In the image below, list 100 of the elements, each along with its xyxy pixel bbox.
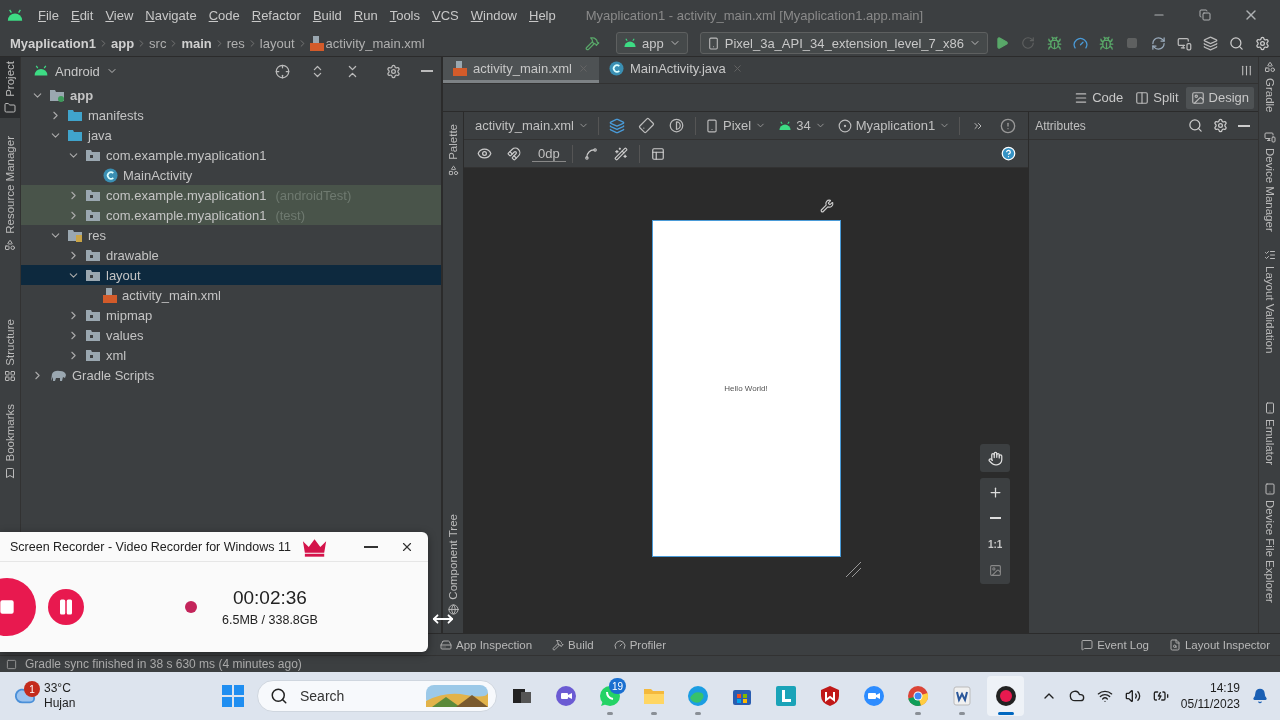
breadcrumb[interactable]: res — [226, 35, 245, 51]
tree-item[interactable]: java — [21, 125, 441, 145]
hand-icon — [987, 450, 1003, 466]
tree-item[interactable]: Gradle Scripts — [21, 365, 441, 385]
android-icon — [623, 38, 638, 48]
frame-icon — [988, 563, 1002, 577]
inspection-icon — [440, 638, 452, 651]
tree-item[interactable]: activity_main.xml — [21, 285, 441, 305]
hammer-icon — [584, 35, 600, 51]
menu-item[interactable]: VCS — [426, 7, 465, 23]
pause-button[interactable] — [48, 589, 84, 625]
tool-window-tab[interactable]: Bookmarks — [0, 400, 20, 483]
tree-item[interactable]: res — [21, 225, 441, 245]
tree-item[interactable]: values — [21, 325, 441, 345]
search-box[interactable]: Search — [257, 680, 497, 712]
tool-window-tab[interactable]: Resource Manager — [0, 131, 20, 255]
android-icon — [778, 120, 793, 131]
tablet-icon — [1263, 482, 1276, 495]
device-dropdown[interactable]: Pixel — [701, 118, 770, 133]
menu-item[interactable]: Code — [202, 7, 246, 23]
actual-size-button[interactable]: 1:1 — [984, 534, 1007, 554]
tree-item-label: MainActivity — [123, 167, 193, 183]
tree-item-label: java — [88, 127, 112, 143]
menu-item[interactable]: Build — [306, 7, 348, 23]
close-icon — [731, 63, 743, 74]
menu-item[interactable]: Help — [523, 7, 562, 23]
tree-item[interactable]: manifests — [21, 105, 441, 125]
notification-badge: 1 — [24, 681, 40, 697]
package-folder-icon — [85, 328, 101, 342]
breadcrumb[interactable]: activity_main.xml — [325, 35, 425, 51]
tool-window-tab[interactable]: Device File Explorer — [1259, 478, 1280, 607]
palette-tab[interactable]: Palette — [443, 120, 463, 180]
window-title: Myaplication1 - activity_main.xml [Myaplication1.app.main] — [585, 7, 924, 23]
editor-tab[interactable]: activity_main.xml — [443, 57, 599, 83]
tool-window-button[interactable]: Profiler — [613, 638, 667, 651]
menu-item[interactable]: Edit — [64, 7, 100, 23]
tool-window-tab[interactable]: Gradle — [1259, 57, 1280, 117]
search-input[interactable]: Search — [298, 687, 416, 705]
tree-item[interactable]: com.example.myaplication1 — [21, 145, 441, 165]
app-tile-icon — [773, 684, 798, 708]
tree-item-label: xml — [106, 347, 127, 363]
editor-tab[interactable]: MainActivity.java — [598, 57, 753, 83]
cube-icon — [1202, 35, 1218, 51]
tool-window-tab[interactable]: Structure — [0, 314, 20, 387]
theme-dropdown[interactable]: Myaplication1 — [834, 118, 954, 133]
breadcrumb[interactable]: main — [181, 35, 212, 51]
tree-item[interactable]: MainActivity — [21, 165, 441, 185]
menu-item[interactable]: Refactor — [245, 7, 307, 23]
layout-file-dropdown[interactable]: activity_main.xml — [472, 118, 592, 133]
view-mode-button[interactable]: Split — [1130, 86, 1184, 109]
image-icon — [1190, 90, 1205, 105]
more-icon — [1239, 63, 1253, 77]
project-view-dropdown[interactable]: Android — [33, 63, 118, 79]
tree-item[interactable]: layout — [21, 265, 441, 285]
menu-item[interactable]: Navigate — [139, 7, 203, 23]
settings-icon — [1213, 118, 1228, 133]
tree-item-label: layout — [106, 267, 141, 283]
checklist-icon — [1263, 249, 1276, 262]
default-margin-field[interactable]: 0dp — [532, 145, 566, 162]
lines-icon — [1074, 90, 1089, 105]
tree-item-label: drawable — [106, 247, 159, 263]
tree-item[interactable]: xml — [21, 345, 441, 365]
clock-date: 05/11/2023 — [1180, 696, 1240, 712]
tool-window-tab[interactable]: Project — [0, 57, 20, 118]
wrench-icon — [819, 199, 834, 213]
tool-window-button[interactable]: Layout Inspector — [1168, 638, 1270, 651]
menu-item[interactable]: File — [32, 7, 65, 23]
api-level-dropdown[interactable]: 34 — [775, 118, 829, 133]
pause-icon — [57, 598, 75, 616]
tool-window-tab[interactable]: Layout Validation — [1259, 245, 1280, 358]
menu-item[interactable]: Tools — [383, 7, 426, 23]
breadcrumb[interactable]: layout — [259, 35, 295, 51]
component-tree-tab[interactable]: Component Tree — [443, 509, 463, 620]
tree-item[interactable]: app — [21, 85, 441, 105]
view-mode-button[interactable]: Code — [1069, 86, 1129, 109]
menu-item[interactable]: View — [99, 7, 140, 23]
tree-item[interactable]: drawable — [21, 245, 441, 265]
view-mode-button[interactable]: Design — [1185, 86, 1254, 109]
crosshair-icon — [275, 63, 290, 79]
run-configuration-dropdown[interactable]: app — [616, 32, 688, 54]
phone-icon — [1263, 401, 1276, 414]
breadcrumb[interactable]: app — [110, 35, 135, 51]
module-folder-icon — [49, 88, 65, 102]
phone-icon — [706, 36, 720, 50]
tree-item-label: Gradle Scripts — [72, 367, 155, 383]
hello-text: Hello World! — [724, 384, 768, 393]
device-dropdown[interactable]: Pixel_3a_API_34_extension_level_7_x86 — [699, 32, 988, 54]
taskbar-app[interactable]: 19 — [591, 676, 628, 716]
tool-window-button[interactable]: App Inspection — [440, 638, 533, 651]
minimize-icon — [421, 70, 433, 72]
menu-item[interactable]: Run — [347, 7, 384, 23]
taskbar-app[interactable] — [987, 676, 1024, 716]
menu-item[interactable]: Window — [464, 7, 523, 23]
breadcrumb[interactable]: Myaplication1 — [10, 35, 96, 51]
breadcrumb[interactable]: src — [149, 35, 167, 51]
tree-item[interactable]: mipmap — [21, 305, 441, 325]
tool-window-button[interactable]: Build — [552, 638, 594, 651]
tool-window-tab[interactable]: Emulator — [1259, 397, 1280, 469]
tool-window-tab[interactable]: Device Manager — [1259, 126, 1280, 236]
tool-window-button[interactable]: Event Log — [1081, 638, 1149, 651]
